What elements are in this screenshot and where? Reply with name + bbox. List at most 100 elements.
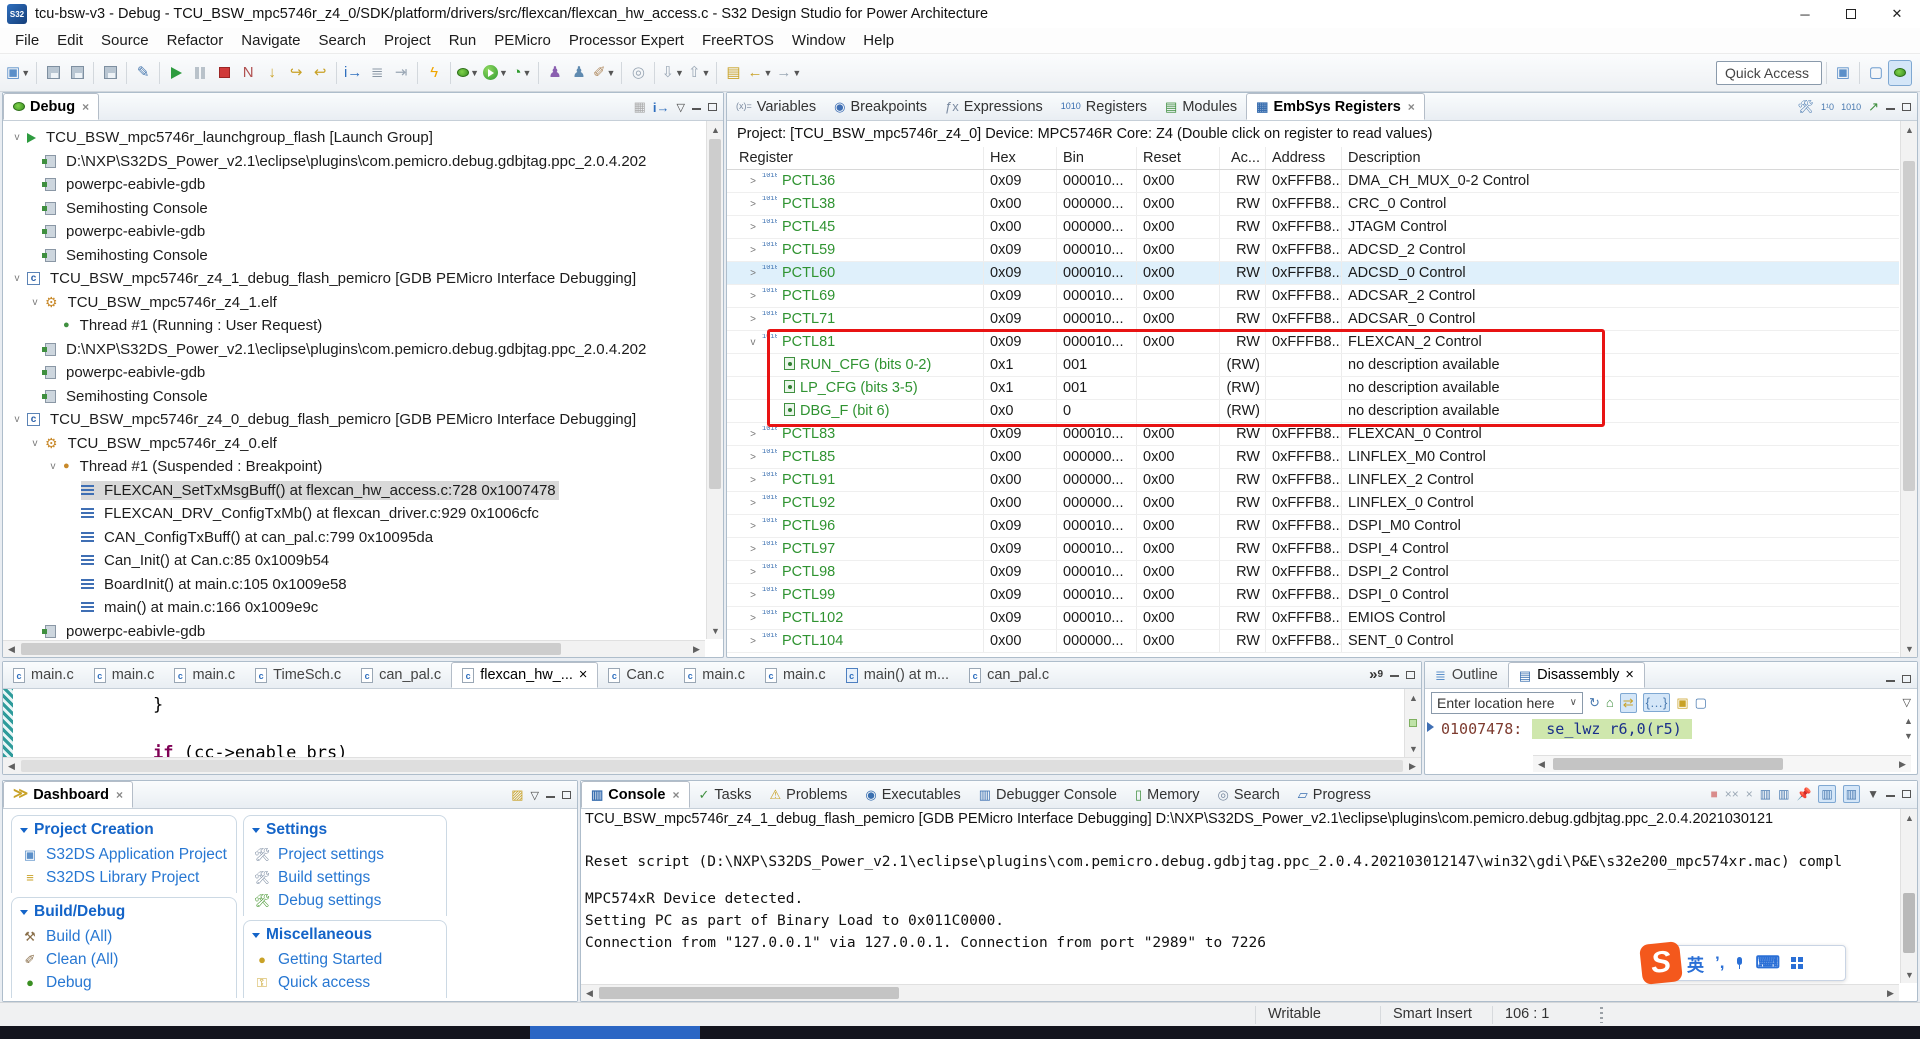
tools-icon[interactable]: 🛠 xyxy=(1798,99,1815,115)
ime-logo[interactable]: S xyxy=(1639,941,1683,985)
row-chevron-icon[interactable]: v xyxy=(747,337,759,348)
ime-menu-icon[interactable] xyxy=(1791,957,1803,969)
dashboard-link-quick-access[interactable]: ⚿ Quick access xyxy=(254,971,438,994)
dashboard-link-build-settings[interactable]: 🛠 Build settings xyxy=(254,866,438,889)
menu-file[interactable]: File xyxy=(6,29,48,52)
tree-chevron-icon[interactable]: v xyxy=(11,414,23,425)
save-binary-button[interactable] xyxy=(98,60,122,86)
disassembly-vertical-scrollbar[interactable]: ▲ ▼ xyxy=(1900,716,1917,741)
editor-tab-main-c[interactable]: c main.c xyxy=(755,662,836,688)
debug-tree-item[interactable]: Can_Init() at Can.c:85 0x1009b54 xyxy=(3,549,705,573)
editor-tab-timesch-c[interactable]: c TimeSch.c xyxy=(245,662,351,688)
tab-executables[interactable]: ◉ Executables xyxy=(856,781,969,808)
resume-button[interactable] xyxy=(164,60,188,86)
show-stderr-icon[interactable]: ▥ xyxy=(1842,785,1861,803)
refresh-icon[interactable]: ↻ xyxy=(1589,695,1600,711)
debug-tree-item[interactable]: v ⚙ TCU_BSW_mpc5746r_z4_0.elf xyxy=(3,432,705,456)
show-source-icon[interactable]: {…} xyxy=(1642,693,1671,712)
menu-run[interactable]: Run xyxy=(440,29,486,52)
location-combo[interactable]: Enter location here ∨ xyxy=(1431,691,1583,714)
register-row[interactable]: >1010 0101 PCTL97 0x09000010...0x00RW0xFFF… xyxy=(727,538,1899,561)
menu-freertos[interactable]: FreeRTOS xyxy=(693,29,783,52)
debug-tree-item[interactable]: FLEXCAN_DRV_ConfigTxMb() at flexcan_driv… xyxy=(3,502,705,526)
tab-debug[interactable]: Debug × xyxy=(3,93,100,120)
column-header-name[interactable]: Register xyxy=(727,147,984,169)
register-row[interactable]: DBG_F (bit 6) 0x0 0 (RW) no description avai… xyxy=(727,400,1899,423)
menu-refactor[interactable]: Refactor xyxy=(158,29,233,52)
tab-memory[interactable]: ▯ Memory xyxy=(1126,781,1209,808)
close-icon[interactable]: × xyxy=(673,788,680,802)
dashboard-link-debug-settings[interactable]: 🛠 Debug settings xyxy=(254,889,438,912)
dashboard-link-clean-all-[interactable]: ✐ Clean (All) xyxy=(22,948,228,971)
cpp-perspective-button[interactable]: ▢ xyxy=(1864,60,1888,86)
debug-tree-item[interactable]: BoardInit() at main.c:105 0x1009e58 xyxy=(3,573,705,597)
menu-search[interactable]: Search xyxy=(309,29,375,52)
open-perspective-button[interactable]: ▣ xyxy=(1831,60,1855,86)
register-row[interactable]: >1010 0101 PCTL59 0x09000010...0x00RW0xFFF… xyxy=(727,239,1899,262)
format-brush-button[interactable]: ✐ ▼ xyxy=(591,60,618,86)
step-over-button[interactable]: ↪ xyxy=(284,60,308,86)
register-row[interactable]: >1010 0101 PCTL71 0x09000010...0x00RW0xFFF… xyxy=(727,308,1899,331)
tab-registers[interactable]: 1010 Registers xyxy=(1052,93,1156,120)
debug-tree-item[interactable]: powerpc-eabivle-gdb xyxy=(3,361,705,385)
code-editor[interactable]: } if (cc->enable_brs) xyxy=(3,689,1403,757)
editor-tab-can-c[interactable]: c Can.c xyxy=(598,662,674,688)
new-cpp-class-button[interactable]: ♟ xyxy=(543,60,567,86)
tab-search[interactable]: ◎ Search xyxy=(1209,781,1289,808)
row-chevron-icon[interactable]: > xyxy=(747,291,759,302)
row-chevron-icon[interactable]: > xyxy=(747,222,759,233)
debug-tree-item[interactable]: v ● Thread #1 (Suspended : Breakpoint) xyxy=(3,455,705,479)
minimize-view-icon[interactable] xyxy=(546,795,555,798)
row-chevron-icon[interactable]: > xyxy=(747,268,759,279)
tree-chevron-icon[interactable]: v xyxy=(47,461,59,472)
debug-tree-item[interactable]: D:\NXP\S32DS_Power_v2.1\eclipse\plugins\… xyxy=(3,150,705,174)
column-header-desc[interactable]: Description xyxy=(1342,147,1899,169)
register-row[interactable]: >1010 0101PCTL380x00000000...0x00RW0xFFF… xyxy=(727,193,1899,216)
remove-icon[interactable]: × xyxy=(1746,787,1753,801)
register-row[interactable]: >1010 0101 PCTL99 0x09000010...0x00RW0xFFF… xyxy=(727,584,1899,607)
minimize-view-icon[interactable] xyxy=(1886,794,1895,797)
editor-tab-main-at-m-[interactable]: c main() at m... xyxy=(836,662,959,688)
dashboard-link-build-all-[interactable]: ⚒ Build (All) xyxy=(22,925,228,948)
minimize-view-icon[interactable] xyxy=(1886,107,1895,110)
debug-tree-item[interactable]: v TCU_BSW_mpc5746r_launchgroup_flash [Lau… xyxy=(3,126,705,150)
register-row[interactable]: v1010 0101 PCTL81 0x09000010...0x00RW0xFFF… xyxy=(727,331,1899,354)
pin-console-icon[interactable]: 📌 xyxy=(1796,787,1811,801)
flash-programmer-button[interactable]: ϟ xyxy=(422,60,446,86)
save-button[interactable] xyxy=(41,60,65,86)
maximize-view-icon[interactable] xyxy=(1902,675,1911,683)
row-chevron-icon[interactable]: > xyxy=(747,245,759,256)
register-row[interactable]: >1010 0101PCTL1040x00000000...0x00RW0xFF… xyxy=(727,630,1899,653)
debug-tree-item[interactable]: v c TCU_BSW_mpc5746r_z4_0_debug_flash_pemi… xyxy=(3,408,705,432)
terminate-icon[interactable]: ■ xyxy=(1711,787,1718,801)
registers-vertical-scrollbar[interactable]: ▲ ▼ xyxy=(1900,121,1917,657)
editor-horizontal-scrollbar[interactable]: ◀ ▶ xyxy=(3,757,1421,774)
editor-tab-main-c[interactable]: c main.c xyxy=(164,662,245,688)
maximize-view-icon[interactable] xyxy=(708,103,717,111)
debug-perspective-button[interactable] xyxy=(1888,59,1912,86)
maximize-view-icon[interactable] xyxy=(1406,670,1415,679)
debug-tree-item[interactable]: powerpc-eabivle-gdb xyxy=(3,220,705,244)
close-icon[interactable]: × xyxy=(1625,667,1633,683)
tab-variables[interactable]: (x)= Variables xyxy=(727,93,825,120)
tab-dashboard[interactable]: ≫ Dashboard × xyxy=(3,781,133,808)
minimize-view-icon[interactable] xyxy=(692,107,701,110)
view-menu-icon[interactable]: ▼ xyxy=(1867,787,1879,801)
column-header-bin[interactable]: Bin xyxy=(1057,147,1137,169)
section-title[interactable]: Build/Debug xyxy=(20,903,228,921)
dashboard-link-s32ds-application-project[interactable]: ▣ S32DS Application Project xyxy=(22,843,228,866)
minimize-view-icon[interactable] xyxy=(1390,674,1399,677)
menu-edit[interactable]: Edit xyxy=(48,29,92,52)
tab-embsys-registers[interactable]: ▦ EmbSys Registers × xyxy=(1246,93,1425,120)
row-chevron-icon[interactable]: > xyxy=(747,429,759,440)
close-button[interactable]: ✕ xyxy=(1874,0,1920,28)
back-button[interactable]: ← ▼ xyxy=(745,60,774,86)
restore-button[interactable] xyxy=(1828,0,1874,28)
keyboard-icon[interactable]: ⌨ xyxy=(1755,953,1780,973)
dashboard-link-s32ds-library-project[interactable]: ≡ S32DS Library Project xyxy=(22,866,228,889)
row-chevron-icon[interactable]: > xyxy=(747,176,759,187)
display-console-icon[interactable]: ▥ xyxy=(1778,787,1789,801)
home-icon[interactable]: ⌂ xyxy=(1606,695,1614,710)
menu-pemicro[interactable]: PEMicro xyxy=(485,29,560,52)
open-element-button[interactable]: ▤ xyxy=(721,60,745,86)
